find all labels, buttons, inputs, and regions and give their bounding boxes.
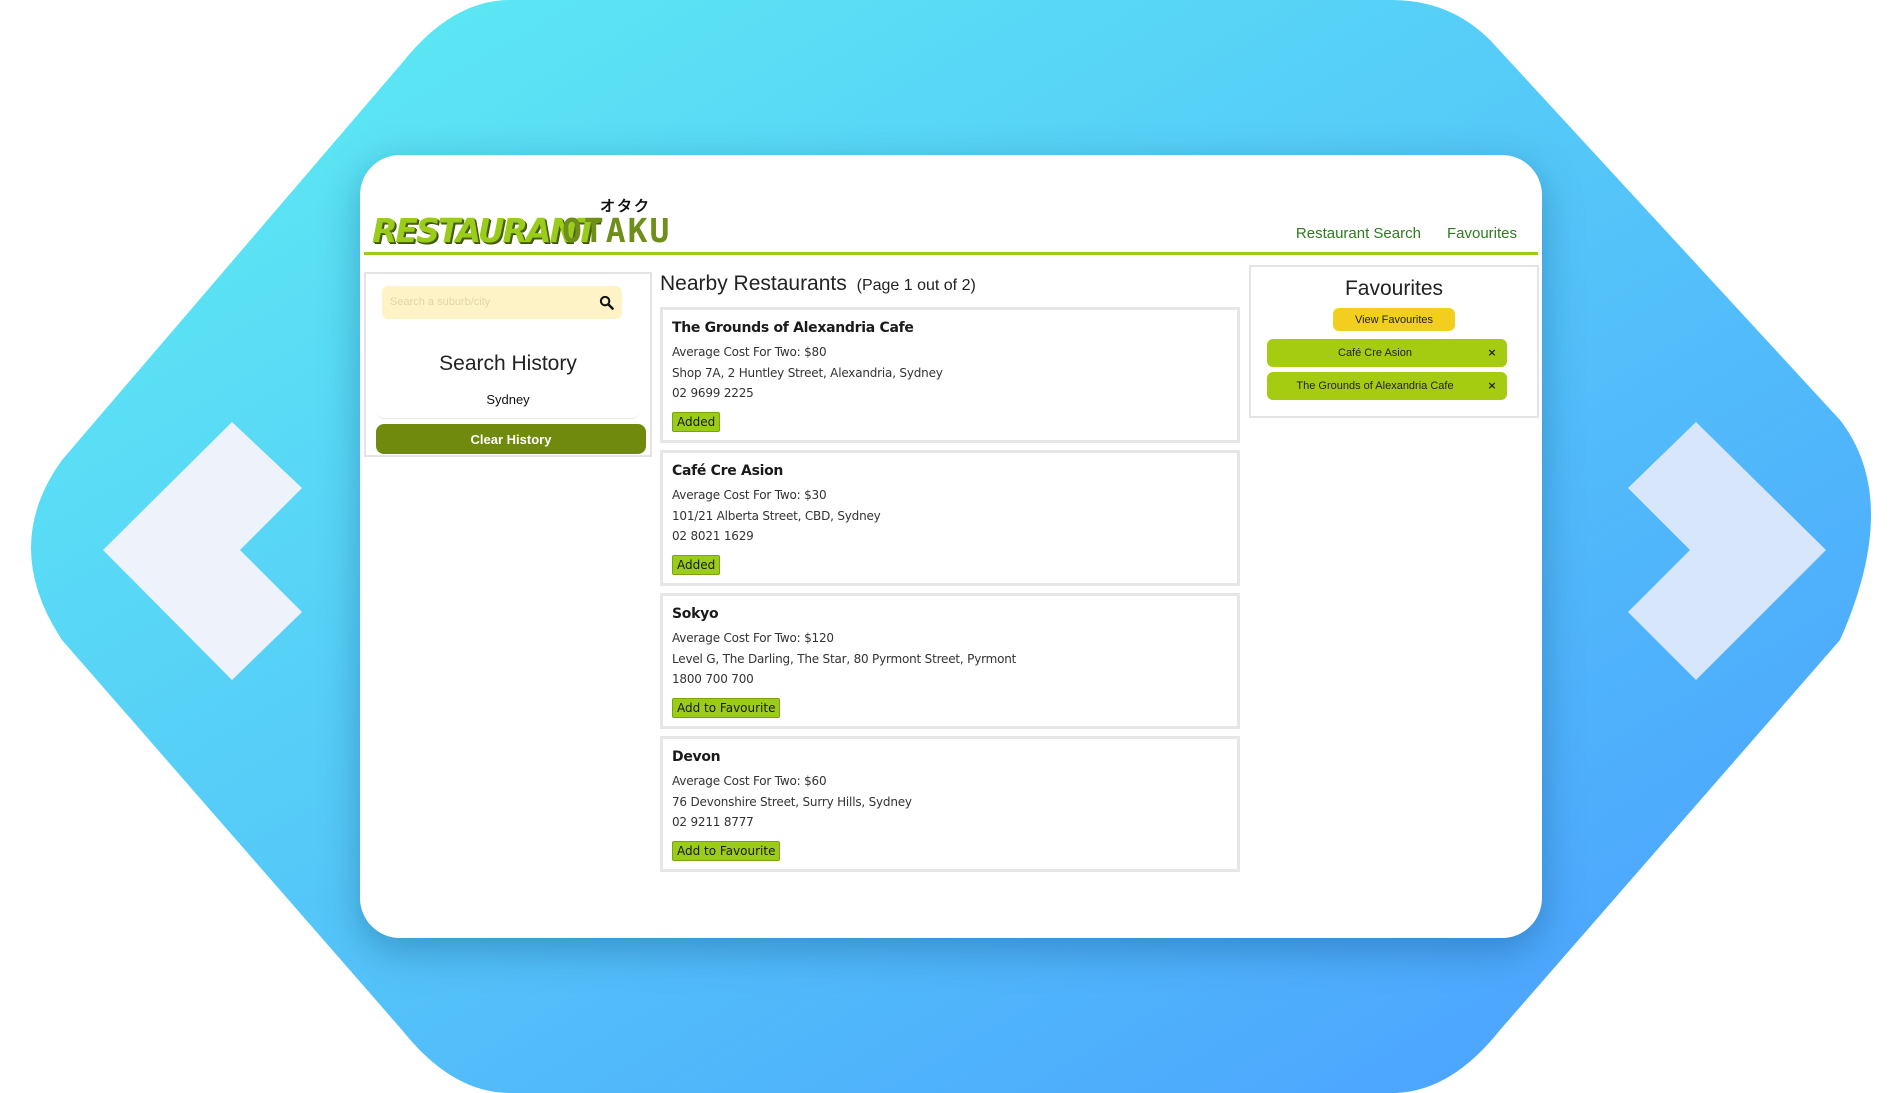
search-icon[interactable] [599, 295, 614, 310]
restaurant-phone: 02 8021 1629 [672, 529, 754, 543]
results-heading: Nearby Restaurants (Page 1 out of 2) [660, 272, 1240, 304]
favourite-item-label: Café Cre Asion [1338, 347, 1412, 359]
restaurant-address: 101/21 Alberta Street, CBD, Sydney [672, 509, 881, 523]
restaurant-address: Shop 7A, 2 Huntley Street, Alexandria, S… [672, 366, 943, 380]
restaurant-name: The Grounds of Alexandria Cafe [672, 320, 914, 336]
clear-history-button[interactable]: Clear History [376, 424, 646, 454]
nav-favourites[interactable]: Favourites [1447, 225, 1517, 242]
favourite-item-label: The Grounds of Alexandria Cafe [1296, 380, 1454, 392]
header: オタク RESTAURANT OTAKU Restaurant Search F… [360, 155, 1542, 255]
added-button[interactable]: Added [672, 555, 721, 575]
add-to-favourite-button[interactable]: Add to Favourite [672, 698, 781, 718]
main-nav: Restaurant Search Favourites [1296, 225, 1517, 242]
restaurant-address: Level G, The Darling, The Star, 80 Pyrmo… [672, 652, 1017, 666]
restaurant-cost: Average Cost For Two: $30 [672, 488, 827, 502]
search-history-title: Search History [439, 352, 577, 375]
logo-otaku-text: OTAKU [562, 211, 672, 250]
logo[interactable]: オタク RESTAURANT OTAKU [372, 195, 672, 253]
search-panel: Search History Sydney Clear History [364, 272, 652, 457]
restaurant-phone: 1800 700 700 [672, 672, 754, 686]
restaurant-cost: Average Cost For Two: $80 [672, 345, 827, 359]
add-to-favourite-button[interactable]: Add to Favourite [672, 841, 781, 861]
remove-icon[interactable]: × [1485, 346, 1499, 360]
favourite-item[interactable]: Café Cre Asion × [1267, 339, 1507, 367]
restaurant-card: Café Cre Asion Average Cost For Two: $30… [660, 450, 1240, 586]
added-button[interactable]: Added [672, 412, 721, 432]
favourite-item[interactable]: The Grounds of Alexandria Cafe × [1267, 372, 1507, 400]
header-divider [364, 252, 1538, 255]
restaurant-name: Sokyo [672, 606, 719, 622]
restaurant-name: Café Cre Asion [672, 463, 784, 479]
restaurant-name: Devon [672, 749, 721, 765]
app-window: オタク RESTAURANT OTAKU Restaurant Search F… [360, 155, 1542, 938]
search-input[interactable] [390, 292, 590, 312]
restaurant-phone: 02 9211 8777 [672, 815, 754, 829]
page-info: (Page 1 out of 2) [856, 277, 976, 294]
restaurant-cost: Average Cost For Two: $120 [672, 631, 834, 645]
history-list: Sydney [376, 386, 640, 419]
favourites-title: Favourites [1344, 277, 1444, 300]
search-box [382, 286, 622, 319]
view-favourites-button[interactable]: View Favourites [1333, 308, 1455, 331]
history-item-sydney[interactable]: Sydney [376, 386, 640, 407]
restaurant-phone: 02 9699 2225 [672, 386, 754, 400]
results-section: Nearby Restaurants (Page 1 out of 2) The… [660, 272, 1240, 872]
favourites-panel: Favourites View Favourites Café Cre Asio… [1249, 265, 1539, 418]
remove-icon[interactable]: × [1485, 379, 1499, 393]
restaurant-address: 76 Devonshire Street, Surry Hills, Sydne… [672, 795, 912, 809]
results-title: Nearby Restaurants [660, 272, 847, 295]
nav-restaurant-search[interactable]: Restaurant Search [1296, 225, 1421, 242]
restaurant-cost: Average Cost For Two: $60 [672, 774, 827, 788]
restaurant-card: Sokyo Average Cost For Two: $120 Level G… [660, 593, 1240, 729]
restaurant-card: Devon Average Cost For Two: $60 76 Devon… [660, 736, 1240, 872]
restaurant-card: The Grounds of Alexandria Cafe Average C… [660, 307, 1240, 443]
